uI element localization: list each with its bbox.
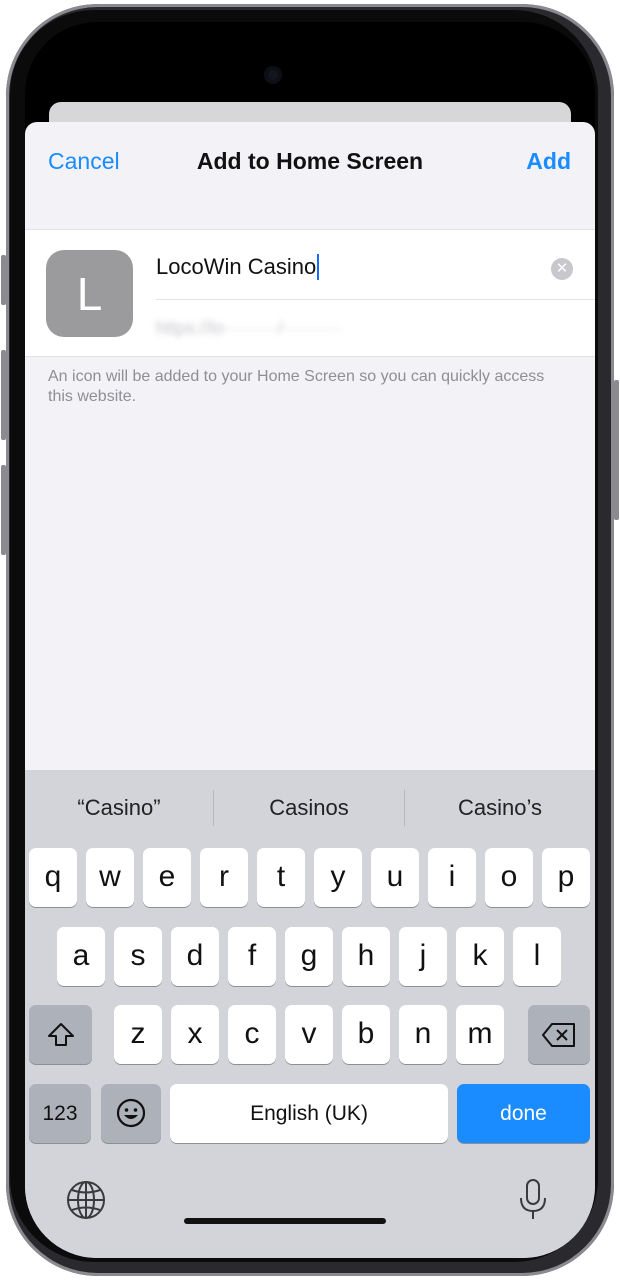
key-o[interactable]: o xyxy=(485,848,533,907)
suggestion-2[interactable]: Casinos xyxy=(214,788,404,828)
key-e[interactable]: e xyxy=(143,848,191,907)
keyboard: “Casino” Casinos Casino’s qwertyuiop asd… xyxy=(25,770,595,1258)
key-k[interactable]: k xyxy=(456,927,504,986)
key-l[interactable]: l xyxy=(513,927,561,986)
volume-down-button xyxy=(1,465,6,555)
key-s[interactable]: s xyxy=(114,927,162,986)
emoji-icon xyxy=(116,1098,146,1128)
key-a[interactable]: a xyxy=(57,927,105,986)
name-input-value: LocoWin Casino xyxy=(156,254,317,279)
add-to-home-screen-sheet: Add to Home Screen Cancel Add L LocoWin … xyxy=(25,122,595,1258)
app-icon-letter: L xyxy=(76,267,103,320)
clear-text-icon[interactable]: ✕ xyxy=(551,258,573,280)
emoji-key[interactable] xyxy=(101,1084,161,1143)
key-n[interactable]: n xyxy=(399,1005,447,1064)
microphone-icon[interactable] xyxy=(518,1178,548,1227)
url-field-blurred: https://lo·········/·········· xyxy=(156,318,343,338)
nav-bar: Add to Home Screen Cancel Add xyxy=(25,122,595,202)
suggestion-3[interactable]: Casino’s xyxy=(405,788,595,828)
delete-icon xyxy=(542,1023,575,1047)
key-p[interactable]: p xyxy=(542,848,590,907)
suggestion-1[interactable]: “Casino” xyxy=(25,788,213,828)
cancel-button[interactable]: Cancel xyxy=(48,148,120,175)
name-input[interactable]: LocoWin Casino xyxy=(156,250,536,284)
key-x[interactable]: x xyxy=(171,1005,219,1064)
key-r[interactable]: r xyxy=(200,848,248,907)
key-t[interactable]: t xyxy=(257,848,305,907)
action-button xyxy=(1,255,6,305)
key-i[interactable]: i xyxy=(428,848,476,907)
text-caret xyxy=(317,254,320,280)
key-w[interactable]: w xyxy=(86,848,134,907)
power-button xyxy=(614,380,619,520)
delete-key[interactable] xyxy=(528,1005,590,1064)
key-v[interactable]: v xyxy=(285,1005,333,1064)
key-y[interactable]: y xyxy=(314,848,362,907)
hint-text: An icon will be added to your Home Scree… xyxy=(48,368,545,405)
key-m[interactable]: m xyxy=(456,1005,504,1064)
add-button[interactable]: Add xyxy=(526,148,571,175)
home-indicator xyxy=(184,1218,386,1224)
divider xyxy=(156,299,595,300)
volume-up-button xyxy=(1,350,6,440)
key-j[interactable]: j xyxy=(399,927,447,986)
space-key[interactable]: English (UK) xyxy=(170,1084,448,1143)
shortcut-card: L LocoWin Casino ✕ https://lo·········/·… xyxy=(25,229,595,357)
key-z[interactable]: z xyxy=(114,1005,162,1064)
key-d[interactable]: d xyxy=(171,927,219,986)
key-b[interactable]: b xyxy=(342,1005,390,1064)
key-q[interactable]: q xyxy=(29,848,77,907)
done-key[interactable]: done xyxy=(457,1084,590,1143)
key-g[interactable]: g xyxy=(285,927,333,986)
key-c[interactable]: c xyxy=(228,1005,276,1064)
shift-key[interactable] xyxy=(29,1005,92,1064)
front-camera xyxy=(264,66,282,84)
globe-icon[interactable] xyxy=(66,1180,106,1225)
screen: Add to Home Screen Cancel Add L LocoWin … xyxy=(25,22,595,1258)
key-u[interactable]: u xyxy=(371,848,419,907)
key-f[interactable]: f xyxy=(228,927,276,986)
shift-icon xyxy=(47,1023,74,1046)
app-icon-preview: L xyxy=(46,250,133,337)
numbers-key[interactable]: 123 xyxy=(29,1084,91,1143)
key-h[interactable]: h xyxy=(342,927,390,986)
